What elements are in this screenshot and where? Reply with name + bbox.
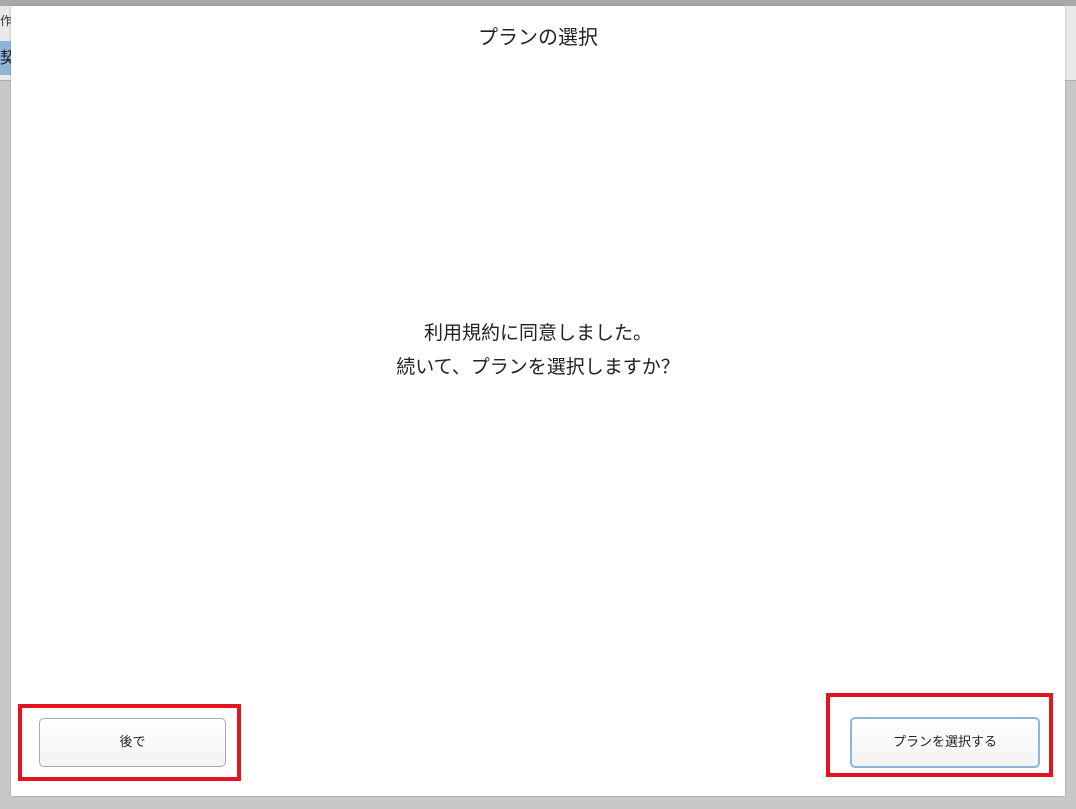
- dialog-message: 利用規約に同意しました。 続いて、プランを選択しますか？: [11, 316, 1065, 384]
- plan-selection-dialog: プランの選択 利用規約に同意しました。 続いて、プランを選択しますか？: [11, 6, 1065, 796]
- background-menu-fragment: 作: [0, 14, 11, 28]
- dialog-message-line-2: 続いて、プランを選択しますか？: [396, 356, 680, 378]
- background-tab-fragment[interactable]: 契約: [0, 41, 11, 75]
- later-button[interactable]: 後で: [39, 718, 226, 767]
- dialog-message-line-1: 利用規約に同意しました。: [423, 322, 652, 344]
- dialog-title: プランの選択: [478, 25, 598, 49]
- select-plan-button[interactable]: プランを選択する: [850, 717, 1040, 768]
- background-window-header-right: [1065, 6, 1076, 81]
